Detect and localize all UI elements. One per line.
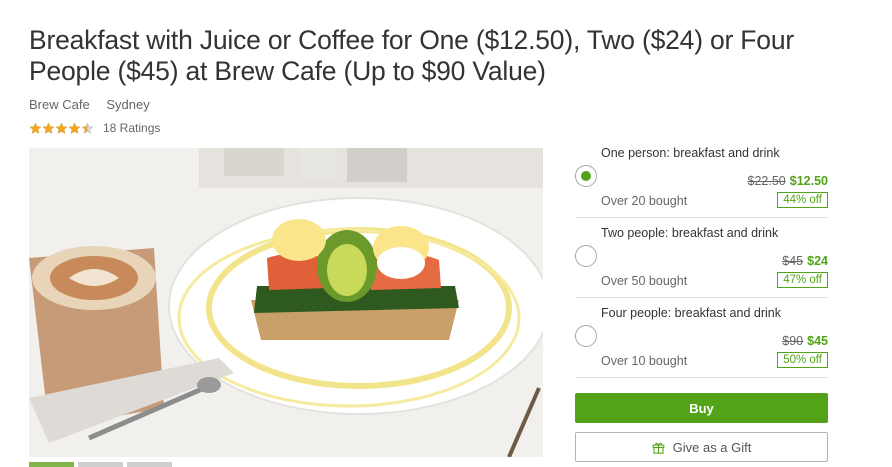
location-label: Sydney (106, 97, 150, 112)
thumbnail[interactable] (78, 462, 123, 467)
half-star-icon (81, 122, 94, 134)
option-prices: $90 $45 (782, 334, 828, 348)
original-price: $22.50 (747, 174, 786, 188)
deal-option[interactable]: Four people: breakfast and drink $90 $45 … (575, 298, 828, 378)
original-price: $90 (782, 334, 804, 348)
original-price: $45 (782, 254, 804, 268)
discount-badge: 47% off (777, 272, 828, 288)
deal-price: $45 (807, 334, 828, 348)
merchant-link[interactable]: Brew Cafe (29, 97, 90, 112)
ratings-count: 18 Ratings (103, 121, 161, 135)
deal-options: One person: breakfast and drink $22.50 $1… (575, 138, 828, 378)
star-icon (42, 122, 55, 134)
deal-title: Breakfast with Juice or Coffee for One (… (29, 25, 794, 86)
give-as-gift-button[interactable]: Give as a Gift (575, 432, 828, 462)
buy-button[interactable]: Buy (575, 393, 828, 423)
bought-count: Over 50 bought (601, 274, 688, 288)
bought-count: Over 20 bought (601, 194, 688, 208)
gift-icon (652, 442, 664, 454)
bought-count: Over 10 bought (601, 354, 688, 368)
option-prices: $22.50 $12.50 (748, 174, 828, 188)
option-title: Four people: breakfast and drink (601, 306, 781, 320)
deal-price: $12.50 (789, 174, 828, 188)
deal-option[interactable]: Two people: breakfast and drink $45 $24 O… (575, 218, 828, 298)
star-rating (29, 122, 94, 135)
rating-row[interactable]: 18 Ratings (29, 121, 160, 135)
discount-badge: 44% off (777, 192, 828, 208)
photo-thumbnails (29, 462, 172, 467)
star-icon (68, 122, 81, 134)
thumbnail[interactable] (127, 462, 172, 467)
option-title: One person: breakfast and drink (601, 146, 780, 160)
option-title: Two people: breakfast and drink (601, 226, 779, 240)
thumbnail[interactable] (29, 462, 74, 467)
option-prices: $45 $24 (782, 254, 828, 268)
gift-label: Give as a Gift (672, 439, 752, 455)
star-icon (55, 122, 68, 134)
star-icon (29, 122, 42, 134)
option-radio[interactable] (575, 245, 597, 267)
discount-badge: 50% off (777, 352, 828, 368)
option-radio[interactable] (575, 165, 597, 187)
option-radio[interactable] (575, 325, 597, 347)
deal-meta: Brew Cafe Sydney (29, 97, 163, 112)
deal-photo[interactable] (29, 148, 543, 457)
deal-price: $24 (807, 254, 828, 268)
deal-option[interactable]: One person: breakfast and drink $22.50 $1… (575, 138, 828, 218)
